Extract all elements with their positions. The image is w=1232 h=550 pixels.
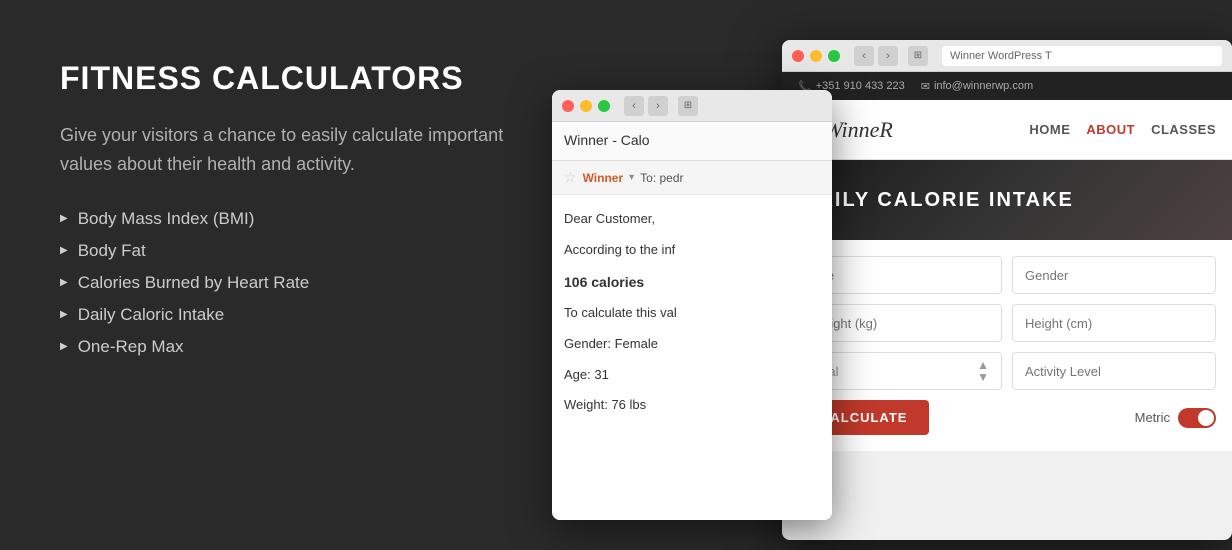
height-input[interactable] bbox=[1012, 304, 1216, 342]
metric-toggle-switch[interactable] bbox=[1178, 408, 1216, 428]
from-label: Winner bbox=[583, 171, 624, 185]
email-header: Winner - Calo bbox=[552, 122, 832, 161]
calories-value: 106 calories bbox=[564, 271, 820, 293]
email-tl-yellow[interactable] bbox=[580, 100, 592, 112]
email-tl-green[interactable] bbox=[598, 100, 610, 112]
list-item: Body Mass Index (BMI) bbox=[60, 209, 550, 229]
form-row-2 bbox=[798, 304, 1216, 342]
window-nav: ‹ › bbox=[854, 46, 898, 66]
list-item: Daily Caloric Intake bbox=[60, 305, 550, 325]
gender-input[interactable] bbox=[1012, 256, 1216, 294]
left-panel: FITNESS CALCULATORS Give your visitors a… bbox=[60, 60, 550, 369]
email-tl-red[interactable] bbox=[562, 100, 574, 112]
age-line: Age: 31 bbox=[564, 365, 820, 386]
logo-text: WinneR bbox=[824, 117, 892, 143]
email-back-button[interactable]: ‹ bbox=[624, 96, 644, 116]
toggle-knob bbox=[1198, 410, 1214, 426]
hero-banner: DAILY CALORIE INTAKE bbox=[782, 160, 1232, 240]
nav-home[interactable]: HOME bbox=[1029, 122, 1070, 137]
email-tab-title: Winner - Calo bbox=[564, 132, 650, 148]
star-icon[interactable]: ☆ bbox=[564, 169, 577, 186]
chevron-down-icon[interactable]: ▾ bbox=[629, 172, 634, 183]
metric-label: Metric bbox=[1135, 410, 1170, 425]
select-arrows: ▲▼ bbox=[977, 359, 989, 383]
calculate-row: CALCULATE Metric bbox=[798, 400, 1216, 435]
main-title: FITNESS CALCULATORS bbox=[60, 60, 550, 97]
site-topbar: 📞 +351 910 433 223 ✉ info@winnerwp.com bbox=[782, 72, 1232, 100]
nav-classes[interactable]: CLASSES bbox=[1151, 122, 1216, 137]
email-info: ✉ info@winnerwp.com bbox=[921, 80, 1033, 93]
email-browser-window: ‹ › ⊞ Winner - Calo ☆ Winner ▾ To: pedr … bbox=[552, 90, 832, 520]
url-text: Winner WordPress T bbox=[950, 50, 1052, 62]
site-nav: 🤸 WinneR HOME ABOUT CLASSES bbox=[782, 100, 1232, 160]
activity-input[interactable] bbox=[1012, 352, 1216, 390]
traffic-light-yellow[interactable] bbox=[810, 50, 822, 62]
feature-list: Body Mass Index (BMI) Body Fat Calories … bbox=[60, 209, 550, 357]
email-forward-button[interactable]: › bbox=[648, 96, 668, 116]
email-tabs-icon[interactable]: ⊞ bbox=[678, 96, 698, 116]
list-item: Calories Burned by Heart Rate bbox=[60, 273, 550, 293]
main-titlebar: ‹ › ⊞ Winner WordPress T bbox=[782, 40, 1232, 72]
calculator-form: Goal ▲▼ CALCULATE Metric bbox=[782, 240, 1232, 451]
description: Give your visitors a chance to easily ca… bbox=[60, 121, 550, 179]
list-item: Body Fat bbox=[60, 241, 550, 261]
form-row-1 bbox=[798, 256, 1216, 294]
main-browser-window: ‹ › ⊞ Winner WordPress T 📞 +351 910 433 … bbox=[782, 40, 1232, 540]
browsers-container: ‹ › ⊞ Winner WordPress T 📞 +351 910 433 … bbox=[552, 40, 1232, 550]
nav-about[interactable]: ABOUT bbox=[1086, 122, 1135, 137]
greeting: Dear Customer, bbox=[564, 209, 820, 230]
hero-title: DAILY CALORIE INTAKE bbox=[802, 189, 1074, 212]
to-label: To: pedr bbox=[640, 171, 683, 185]
url-bar[interactable]: Winner WordPress T bbox=[942, 46, 1222, 66]
form-row-3: Goal ▲▼ bbox=[798, 352, 1216, 390]
forward-button[interactable]: › bbox=[878, 46, 898, 66]
gender-line: Gender: Female bbox=[564, 334, 820, 355]
body-para1: According to the inf bbox=[564, 240, 820, 261]
traffic-light-green[interactable] bbox=[828, 50, 840, 62]
list-item: One-Rep Max bbox=[60, 337, 550, 357]
traffic-light-red[interactable] bbox=[792, 50, 804, 62]
body-para2: To calculate this val bbox=[564, 303, 820, 324]
email-body: Dear Customer, According to the inf 106 … bbox=[552, 195, 832, 520]
weight-line: Weight: 76 lbs bbox=[564, 395, 820, 416]
tabs-icon[interactable]: ⊞ bbox=[908, 46, 928, 66]
metric-toggle: Metric bbox=[1135, 408, 1216, 428]
site-menu: HOME ABOUT CLASSES bbox=[1029, 122, 1216, 137]
email-from-line: ☆ Winner ▾ To: pedr bbox=[552, 161, 832, 195]
mail-icon: ✉ bbox=[921, 80, 930, 93]
email-nav: ‹ › bbox=[624, 96, 668, 116]
back-button[interactable]: ‹ bbox=[854, 46, 874, 66]
email-titlebar: ‹ › ⊞ bbox=[552, 90, 832, 122]
